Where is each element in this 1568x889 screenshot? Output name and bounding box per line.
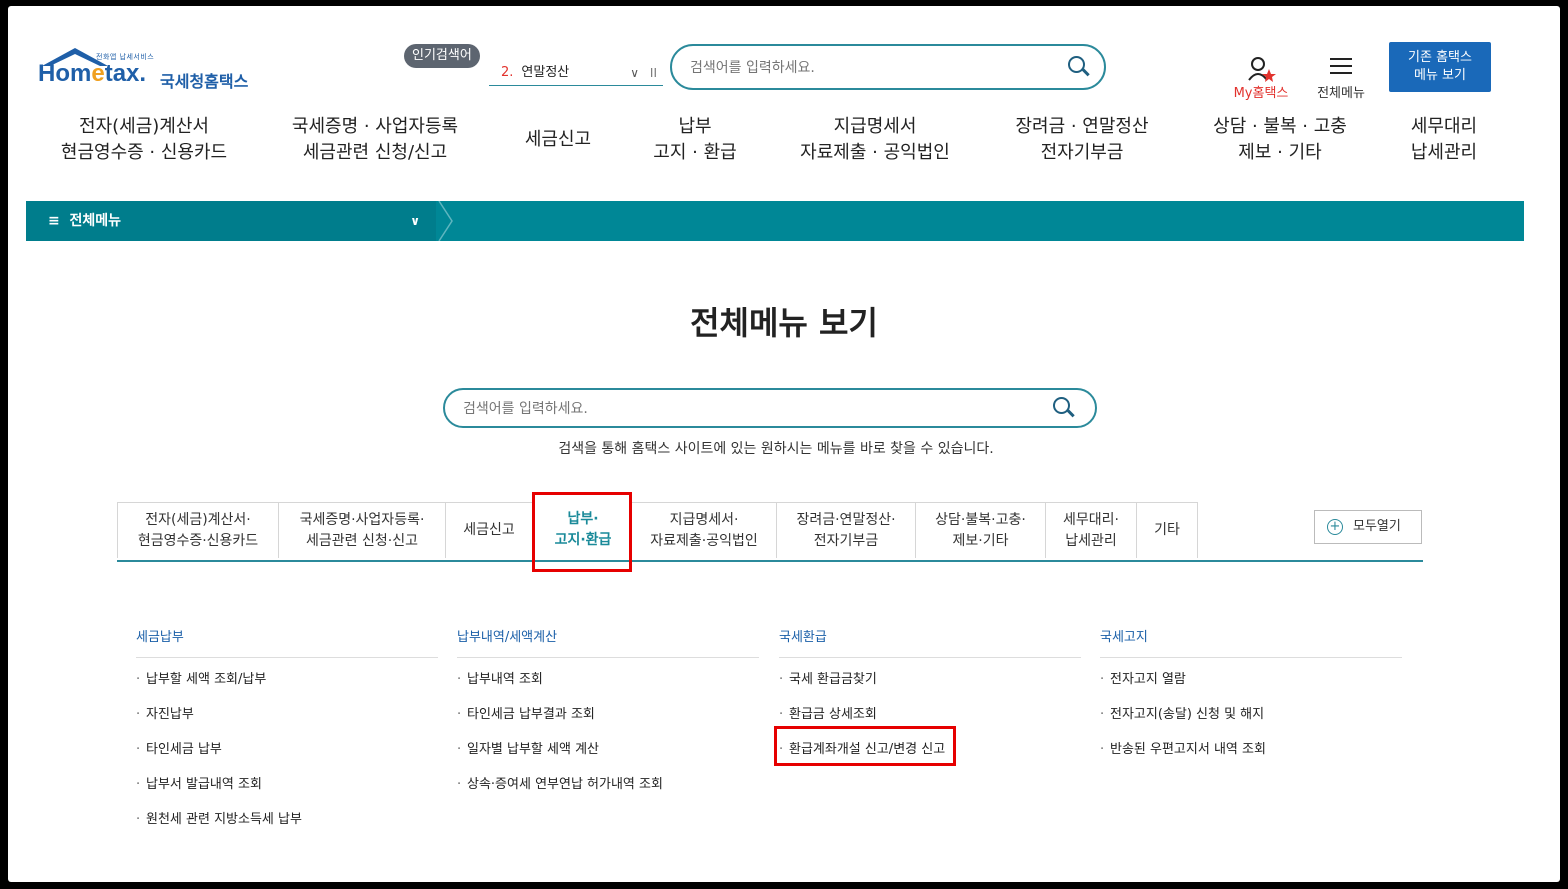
breadcrumb-separator (438, 201, 453, 241)
list-item[interactable]: 국세 환급금찾기 (779, 670, 1081, 705)
gnb-certificate[interactable]: 국세증명 · 사업자등록 세금관련 신청/신고 (284, 114, 466, 166)
top-search-box (670, 44, 1106, 90)
logo-wordmark: Hometax. (38, 60, 147, 87)
hamburger-icon: ≡ (48, 213, 60, 229)
gnb-tax-agent[interactable]: 세무대리 납세관리 (1404, 114, 1484, 166)
old-hometax-menu-button[interactable]: 기존 홈택스 메뉴 보기 (1389, 42, 1491, 92)
list-item[interactable]: 상속·증여세 연부연납 허가내역 조회 (457, 775, 759, 810)
popular-rank: 2. (501, 65, 514, 80)
tab-incentive[interactable]: 장려금·연말정산· 전자기부금 (776, 502, 916, 558)
list-item[interactable]: 일자별 납부할 세액 계산 (457, 740, 759, 775)
tab-payment-statement[interactable]: 지급명세서· 자료제출·공익법인 (631, 502, 777, 558)
highlight-box-refund-account (774, 726, 956, 766)
menu-column-tax-notice: 국세고지 전자고지 열람 전자고지(송달) 신청 및 해지 반송된 우편고지서 … (1100, 626, 1402, 775)
gnb-payment-statement[interactable]: 지급명세서 자료제출 · 공익법인 (798, 114, 952, 166)
tab-consulting[interactable]: 상담·불복·고충· 제보·기타 (915, 502, 1046, 558)
gnb-e-invoice[interactable]: 전자(세금)계산서 현금영수증 · 신용카드 (58, 114, 230, 166)
column-title: 납부내역/세액계산 (457, 626, 759, 658)
list-item[interactable]: 타인세금 납부결과 조회 (457, 705, 759, 740)
column-title: 국세환급 (779, 626, 1081, 658)
search-icon[interactable] (1068, 56, 1090, 78)
tab-other[interactable]: 기타 (1136, 502, 1198, 558)
open-all-button[interactable]: + 모두열기 (1314, 510, 1422, 544)
chevron-down-icon[interactable]: ∨ (410, 201, 420, 241)
page-frame: 전화앱 납세서비스 Hometax. 국세청홈택스 인기검색어 2. 연말정산 ∨… (8, 6, 1560, 882)
all-menu-label: 전체메뉴 (1317, 86, 1365, 101)
popular-keyword[interactable]: 연말정산 (521, 65, 569, 80)
popular-search-dropdown[interactable]: 2. 연말정산 ∨ II (489, 60, 663, 86)
pause-icon[interactable]: II (650, 60, 657, 86)
plus-icon: + (1327, 519, 1343, 535)
logo-subtitle: 국세청홈택스 (160, 72, 249, 91)
global-navigation: 전자(세금)계산서 현금영수증 · 신용카드 국세증명 · 사업자등록 세금관련 신… (8, 114, 1560, 174)
chevron-down-icon[interactable]: ∨ (630, 60, 639, 86)
list-item[interactable]: 납부내역 조회 (457, 670, 759, 705)
my-hometax-label: My홈택스 (1233, 86, 1289, 101)
menu-search-box (443, 388, 1097, 428)
tab-certificate[interactable]: 국세증명·사업자등록· 세금관련 신청·신고 (278, 502, 446, 558)
category-tabs: 전자(세금)계산서· 현금영수증·신용카드 국세증명·사업자등록· 세금관련 신청·… (117, 500, 1423, 562)
top-search-input[interactable] (690, 57, 1050, 79)
highlight-box-tab (532, 492, 632, 572)
column-title: 세금납부 (136, 626, 438, 658)
list-item[interactable]: 전자고지(송달) 신청 및 해지 (1100, 705, 1402, 740)
list-item[interactable]: 반송된 우편고지서 내역 조회 (1100, 740, 1402, 775)
list-item[interactable]: 타인세금 납부 (136, 740, 438, 775)
gnb-payment[interactable]: 납부 고지 · 환급 (644, 114, 746, 166)
tab-tax-filing[interactable]: 세금신고 (445, 502, 533, 558)
popular-badge: 인기검색어 (404, 44, 480, 68)
list-item[interactable]: 납부할 세액 조회/납부 (136, 670, 438, 705)
my-hometax-button[interactable]: My홈택스 (1226, 54, 1296, 101)
list-item[interactable]: 전자고지 열람 (1100, 670, 1402, 705)
menu-column-payment-history: 납부내역/세액계산 납부내역 조회 타인세금 납부결과 조회 일자별 납부할 세… (457, 626, 759, 810)
gnb-consulting[interactable]: 상담 · 불복 · 고충 제보 · 기타 (1206, 114, 1354, 166)
search-icon[interactable] (1053, 397, 1075, 419)
list-item[interactable]: 원천세 관련 지방소득세 납부 (136, 810, 438, 845)
tab-tax-agent[interactable]: 세무대리· 납세관리 (1045, 502, 1137, 558)
column-title: 국세고지 (1100, 626, 1402, 658)
search-help-text: 검색을 통해 홈택스 사이트에 있는 원하시는 메뉴를 바로 찾을 수 있습니다… (558, 441, 994, 457)
tab-e-invoice[interactable]: 전자(세금)계산서· 현금영수증·신용카드 (117, 502, 279, 558)
gnb-tax-filing[interactable]: 세금신고 (514, 127, 602, 153)
breadcrumb-all-menu[interactable]: ≡ 전체메뉴 ∨ (26, 201, 436, 241)
menu-column-tax-payment: 세금납부 납부할 세액 조회/납부 자진납부 타인세금 납부 납부서 발급내역 … (136, 626, 438, 845)
all-menu-button[interactable]: 전체메뉴 (1308, 54, 1374, 101)
breadcrumb-bar: ≡ 전체메뉴 ∨ (26, 201, 1524, 241)
hamburger-icon (1330, 58, 1352, 74)
page-title: 전체메뉴 보기 (690, 304, 878, 342)
menu-search-input[interactable] (463, 398, 1023, 420)
user-star-icon (1248, 57, 1276, 82)
list-item[interactable]: 납부서 발급내역 조회 (136, 775, 438, 810)
list-item[interactable]: 자진납부 (136, 705, 438, 740)
hometax-logo[interactable]: 전화앱 납세서비스 Hometax. 국세청홈택스 (38, 42, 268, 102)
gnb-incentive[interactable]: 장려금 · 연말정산 전자기부금 (1010, 114, 1154, 166)
